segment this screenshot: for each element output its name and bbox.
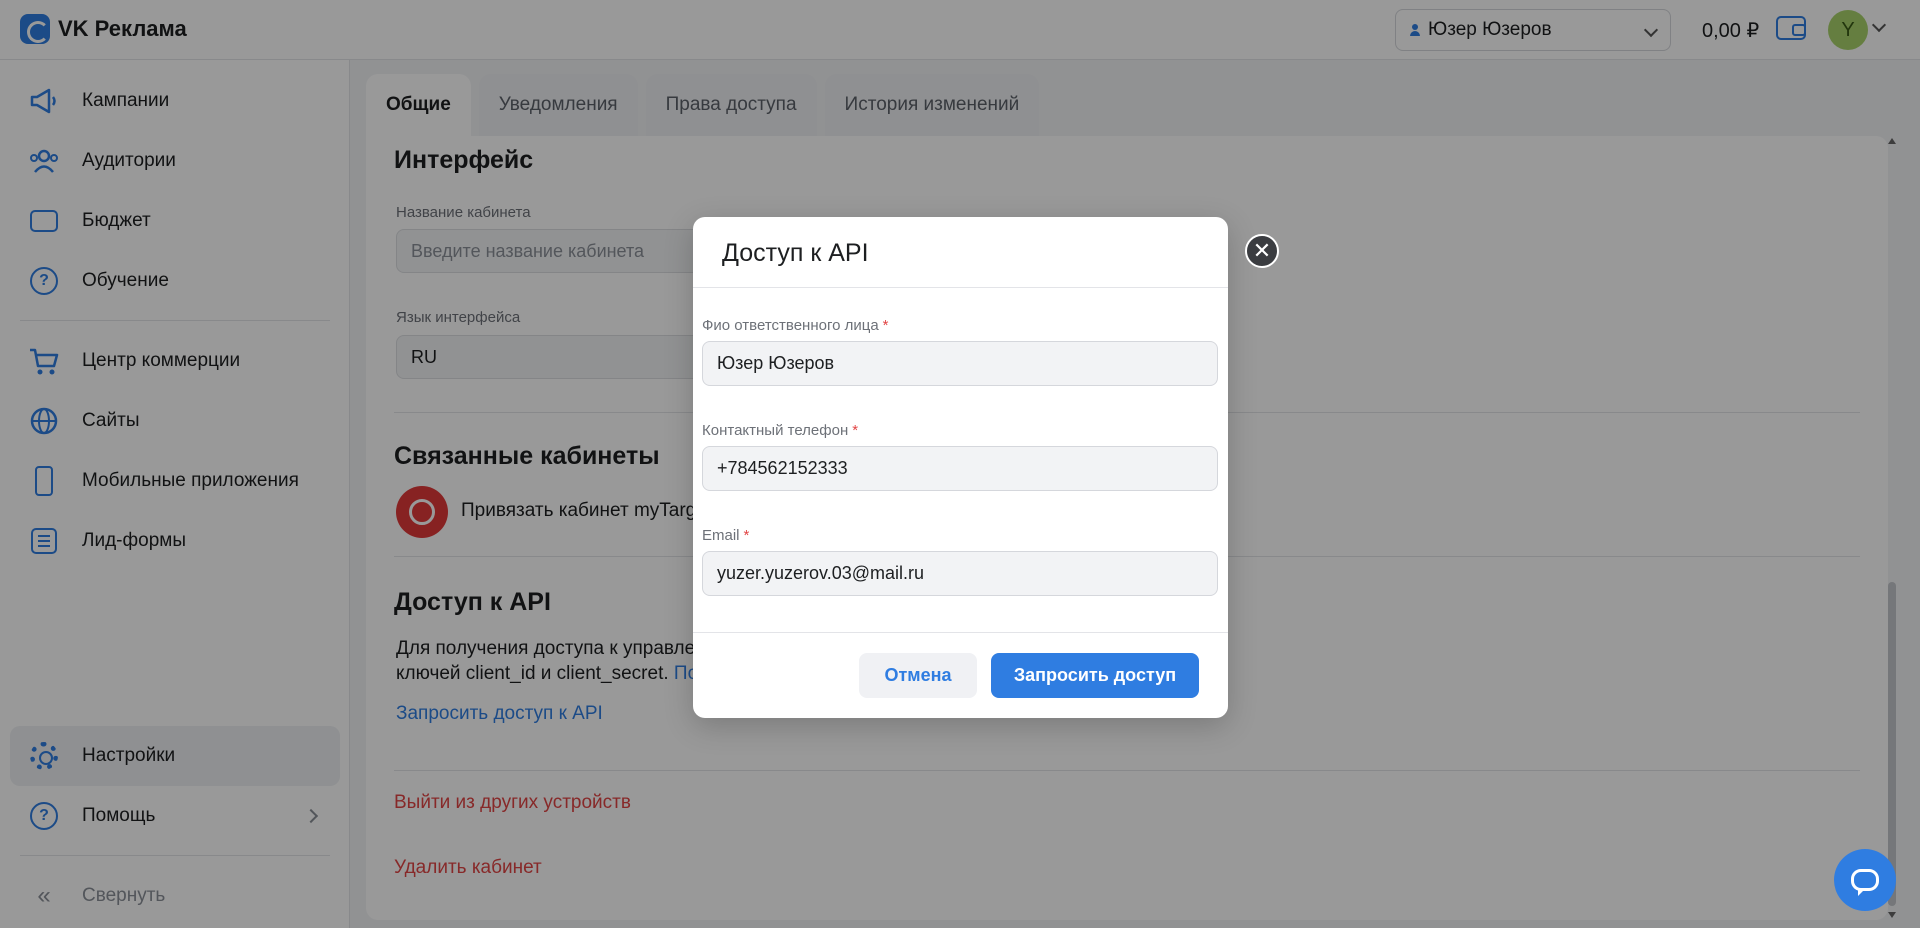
dialog-divider [693,287,1228,288]
close-icon[interactable]: ✕ [1245,234,1279,268]
required-mark: * [743,527,750,544]
phone-input[interactable]: +784562152333 [702,446,1218,491]
fio-label: Фио ответственного лица * [702,317,889,334]
phone-label: Контактный телефон * [702,422,859,439]
email-input[interactable]: yuzer.yuzerov.03@mail.ru [702,551,1218,596]
required-mark: * [882,317,889,334]
chat-support-button[interactable] [1834,849,1896,911]
fio-input[interactable]: Юзер Юзеров [702,341,1218,386]
chat-icon [1851,869,1879,896]
cancel-button[interactable]: Отмена [859,653,977,698]
dialog-divider [693,632,1228,633]
api-access-dialog: Доступ к API Фио ответственного лица * Юз… [693,217,1228,718]
email-label: Email * [702,527,750,544]
dialog-title: Доступ к API [722,239,869,267]
request-access-button[interactable]: Запросить доступ [991,653,1199,698]
required-mark: * [852,422,859,439]
